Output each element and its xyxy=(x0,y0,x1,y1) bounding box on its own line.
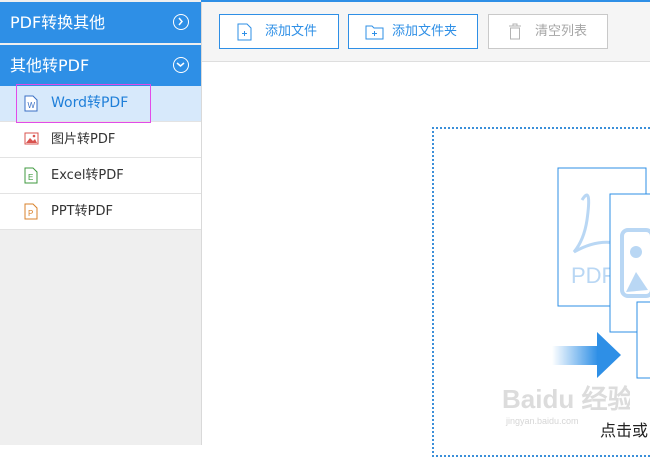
group-other-to-pdf[interactable]: 其他转PDF xyxy=(0,45,201,86)
sidebar-item-label: Word转PDF xyxy=(51,95,129,111)
svg-text:P: P xyxy=(28,209,33,218)
sidebar-item-image-to-pdf[interactable]: 图片转PDF xyxy=(0,122,201,158)
drop-zone-illustration: PDF xyxy=(552,167,650,379)
sidebar-item-label: Excel转PDF xyxy=(51,168,124,183)
sidebar-item-excel-to-pdf[interactable]: E Excel转PDF xyxy=(0,158,201,194)
svg-text:W: W xyxy=(28,101,36,110)
group-pdf-to-other[interactable]: PDF转换其他 xyxy=(0,2,201,43)
add-file-button[interactable]: 添加文件 xyxy=(219,14,339,49)
sidebar: PDF转换其他 其他转PDF W Word转PDF 图片转PDF E Excel… xyxy=(0,0,202,445)
clear-list-button[interactable]: 清空列表 xyxy=(488,14,608,49)
conversion-list: W Word转PDF 图片转PDF E Excel转PDF P PPT转PDF xyxy=(0,86,201,230)
sidebar-item-label: PPT转PDF xyxy=(51,204,113,219)
sidebar-item-ppt-to-pdf[interactable]: P PPT转PDF xyxy=(0,194,201,230)
chevron-down-circle-icon xyxy=(173,57,189,73)
svg-text:PDF: PDF xyxy=(571,263,615,288)
baidu-jingyan-watermark: Baidu 经验 jingyan.baidu.com xyxy=(502,384,630,426)
add-folder-button[interactable]: 添加文件夹 xyxy=(348,14,478,49)
svg-text:E: E xyxy=(28,173,33,182)
add-file-label: 添加文件 xyxy=(265,24,318,39)
chevron-right-circle-icon xyxy=(173,14,189,30)
trash-icon xyxy=(508,23,522,44)
image-file-icon xyxy=(24,131,39,150)
sidebar-item-word-to-pdf[interactable]: W Word转PDF xyxy=(0,86,201,122)
ppt-file-icon: P xyxy=(24,203,38,224)
svg-text:Baidu 经验: Baidu 经验 xyxy=(502,384,630,414)
excel-file-icon: E xyxy=(24,167,38,188)
word-file-icon: W xyxy=(24,95,38,116)
svg-text:jingyan.baidu.com: jingyan.baidu.com xyxy=(505,416,579,426)
toolbar: 添加文件 添加文件夹 清空列表 xyxy=(202,2,650,62)
add-folder-icon xyxy=(365,25,384,44)
sidebar-item-label: 图片转PDF xyxy=(51,132,116,147)
group-pdf-to-other-label: PDF转换其他 xyxy=(10,13,106,32)
add-file-icon xyxy=(237,23,252,45)
group-other-to-pdf-label: 其他转PDF xyxy=(10,56,90,75)
front-document-card xyxy=(636,301,650,379)
add-folder-label: 添加文件夹 xyxy=(392,24,458,39)
clear-list-label: 清空列表 xyxy=(535,24,588,39)
